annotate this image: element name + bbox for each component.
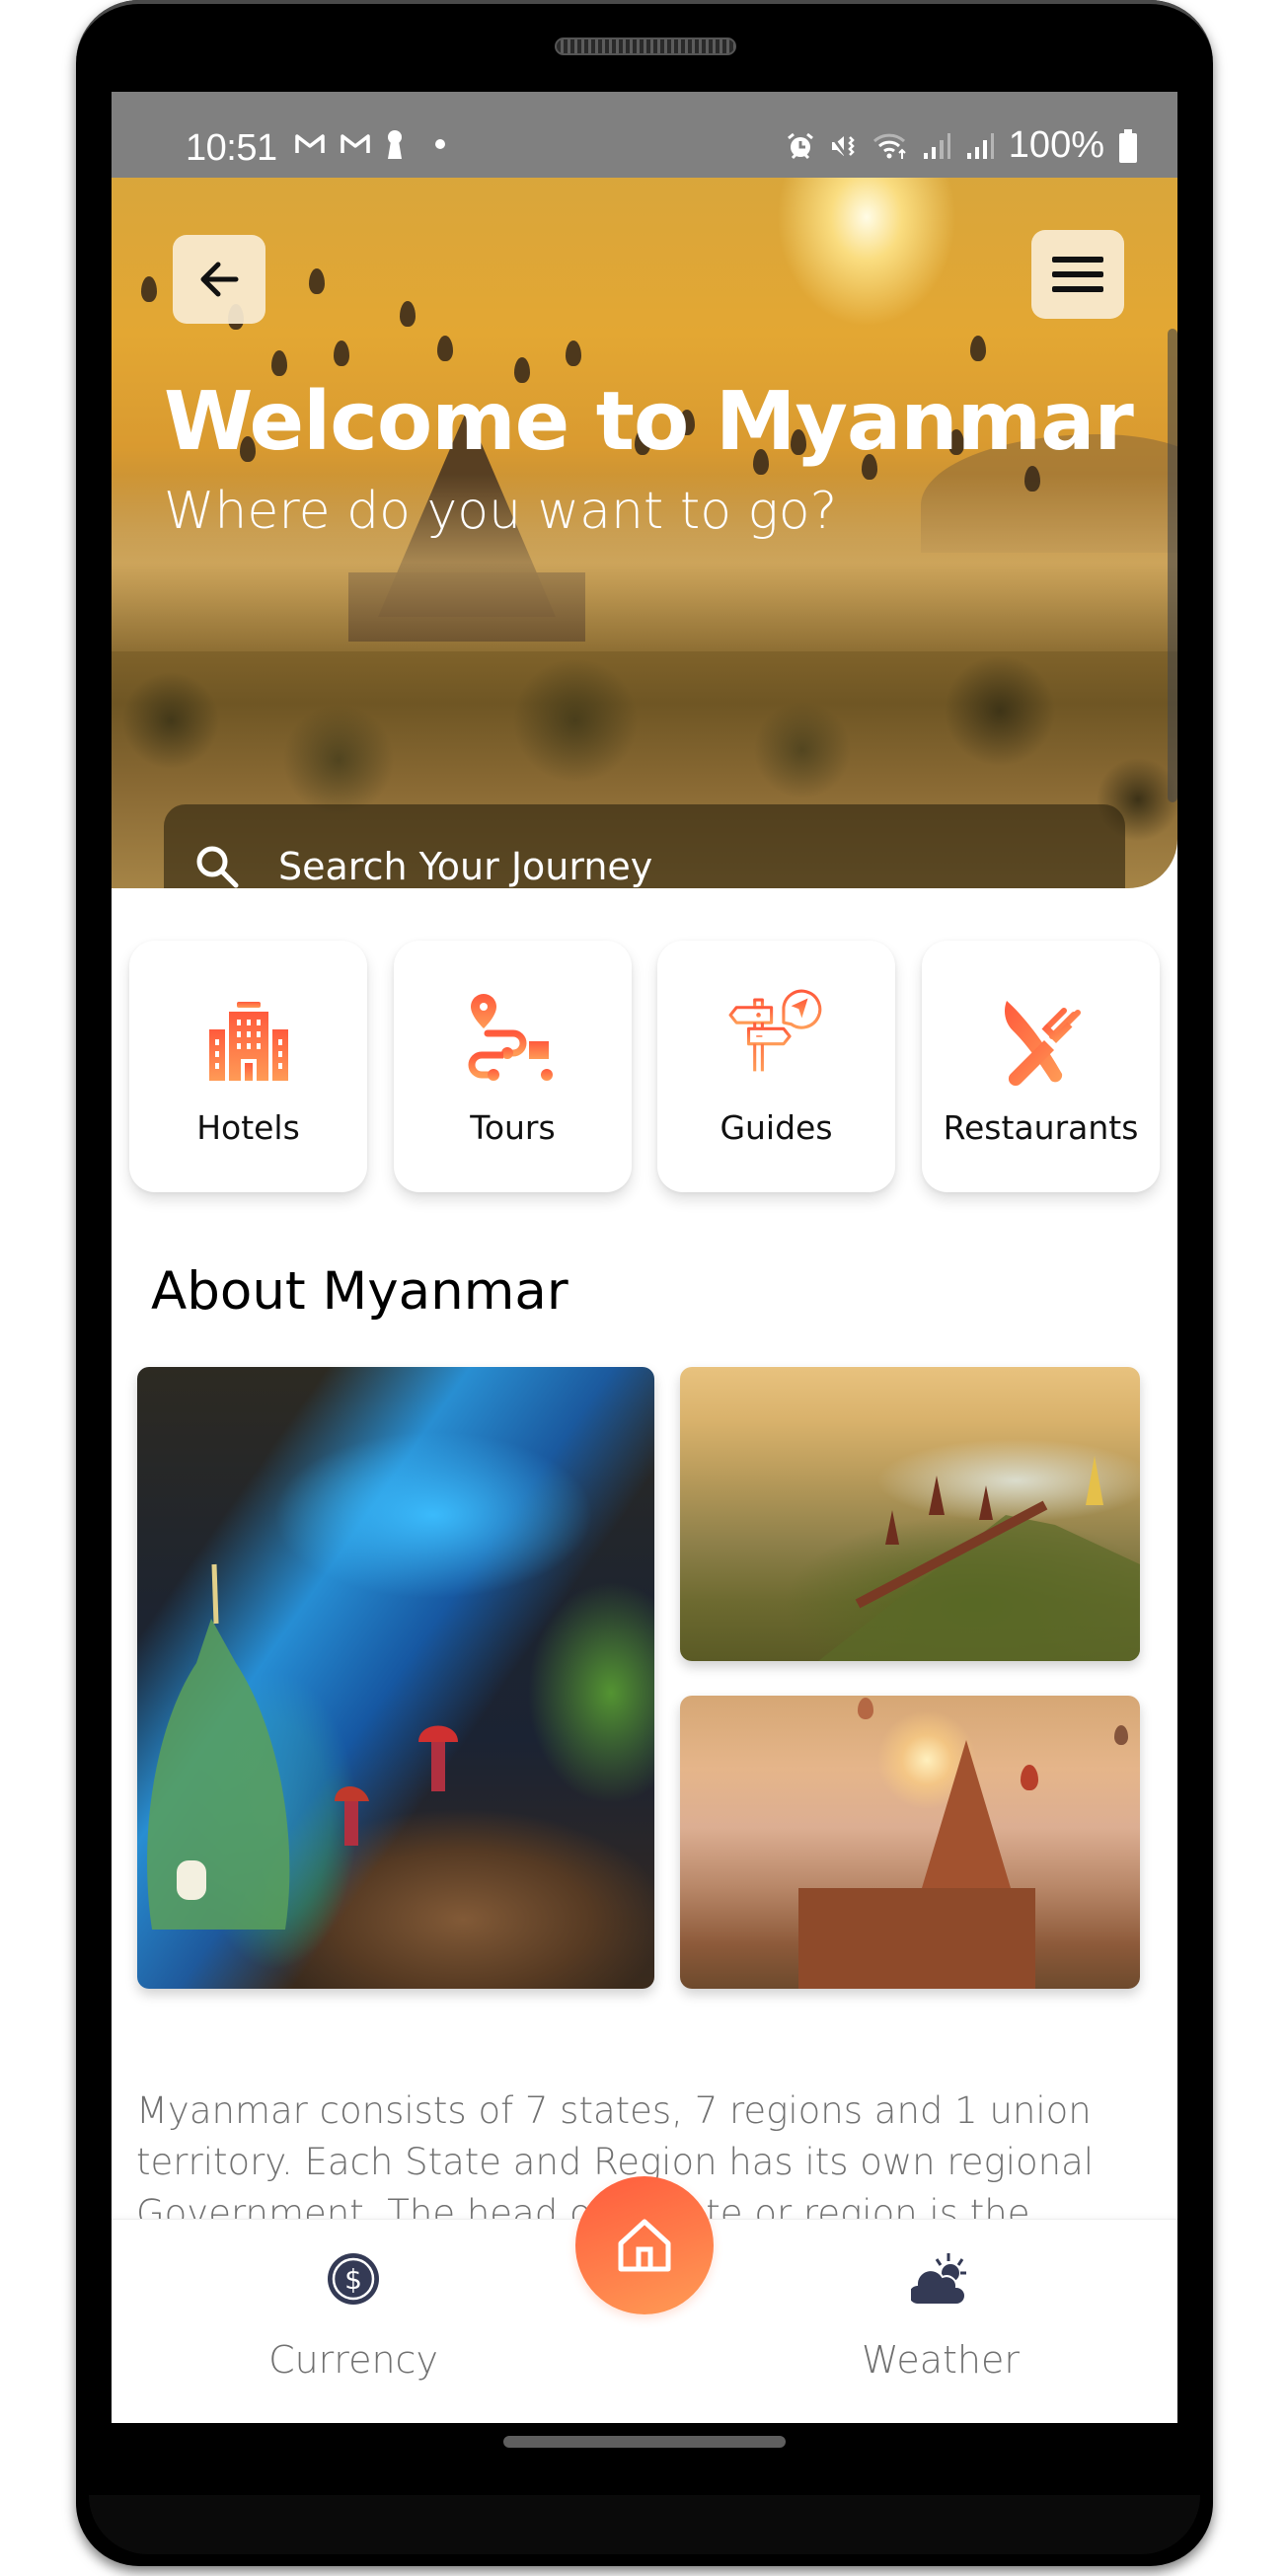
category-label: Restaurants <box>943 1108 1139 1147</box>
mute-vibrate-icon <box>829 133 855 158</box>
status-bar: 10:51 100% <box>112 92 1177 178</box>
knife-fork-icon <box>992 992 1091 1091</box>
bagan-temple-photo[interactable] <box>680 1696 1140 1989</box>
gesture-home-indicator[interactable] <box>503 2436 786 2448</box>
balloon <box>970 336 986 361</box>
gmail-icon <box>341 134 370 153</box>
status-time: 10:51 <box>186 127 277 169</box>
category-hotels[interactable]: Hotels <box>129 941 367 1192</box>
system-icons: 100% <box>786 124 1138 167</box>
phone-chin <box>89 2495 1200 2554</box>
dot-icon <box>435 139 445 149</box>
page-title: Welcome to Myanmar <box>164 375 1134 469</box>
section-title-about: About Myanmar <box>151 1261 568 1322</box>
balloon <box>437 336 453 361</box>
bagan-temple-base <box>798 1888 1035 1989</box>
mandalay-illustration <box>818 1456 1140 1661</box>
earpiece-speaker <box>555 38 736 55</box>
category-restaurants[interactable]: Restaurants <box>922 941 1160 1192</box>
balloon <box>334 341 349 366</box>
category-tours[interactable]: Tours <box>394 941 632 1192</box>
keyhole-icon <box>388 130 402 159</box>
mandalay-landscape-photo[interactable] <box>680 1367 1140 1661</box>
balloon <box>1024 466 1040 492</box>
dollar-coin-icon: $ <box>324 2249 383 2309</box>
cave-pagoda-illustration <box>147 1563 458 1930</box>
nav-label: Weather <box>862 2338 1020 2382</box>
balloon <box>566 341 581 366</box>
balloon <box>1021 1765 1038 1790</box>
signal-icon <box>923 132 950 159</box>
battery-icon <box>1119 128 1137 163</box>
balloon <box>309 268 325 294</box>
search-input[interactable]: Search Your Journey <box>164 804 1125 888</box>
balloon <box>271 350 287 376</box>
menu-button[interactable] <box>1031 230 1124 319</box>
balloon <box>858 1698 873 1719</box>
search-icon <box>196 846 239 888</box>
page-subtitle: Where do you want to go? <box>164 482 838 541</box>
nav-currency[interactable]: $ Currency <box>205 2220 501 2382</box>
hotel-building-icon <box>199 992 298 1091</box>
arrow-left-icon <box>200 262 239 297</box>
category-label: Tours <box>470 1108 556 1147</box>
wifi-icon <box>872 133 906 159</box>
category-label: Guides <box>720 1108 833 1147</box>
hero-banner: Welcome to Myanmar Where do you want to … <box>112 178 1177 888</box>
notification-icons <box>294 129 448 159</box>
cave-pagoda-photo[interactable] <box>137 1367 654 1989</box>
signpost-icon <box>727 989 826 1091</box>
search-placeholder: Search Your Journey <box>278 845 653 888</box>
scrollbar[interactable] <box>1168 329 1177 802</box>
signal-icon <box>966 132 994 159</box>
hamburger-menu-icon <box>1052 257 1103 292</box>
back-button[interactable] <box>173 235 265 324</box>
cloud-sun-icon <box>911 2249 970 2309</box>
alarm-icon <box>787 132 813 159</box>
nav-weather[interactable]: Weather <box>793 2220 1089 2382</box>
category-label: Hotels <box>196 1108 300 1147</box>
category-guides[interactable]: Guides <box>657 941 895 1192</box>
balloon <box>1114 1725 1128 1745</box>
battery-percent: 100% <box>1008 124 1104 166</box>
balloon <box>400 301 416 327</box>
app-screen: 10:51 100% Welcome to Myanmar Where do y… <box>112 92 1177 2423</box>
home-icon <box>618 2219 671 2272</box>
svg-text:$: $ <box>344 2263 362 2296</box>
nav-home-button[interactable] <box>575 2176 714 2314</box>
gmail-icon <box>295 134 325 153</box>
nav-label: Currency <box>268 2338 438 2382</box>
route-map-icon <box>464 992 563 1091</box>
balloon <box>141 276 157 302</box>
